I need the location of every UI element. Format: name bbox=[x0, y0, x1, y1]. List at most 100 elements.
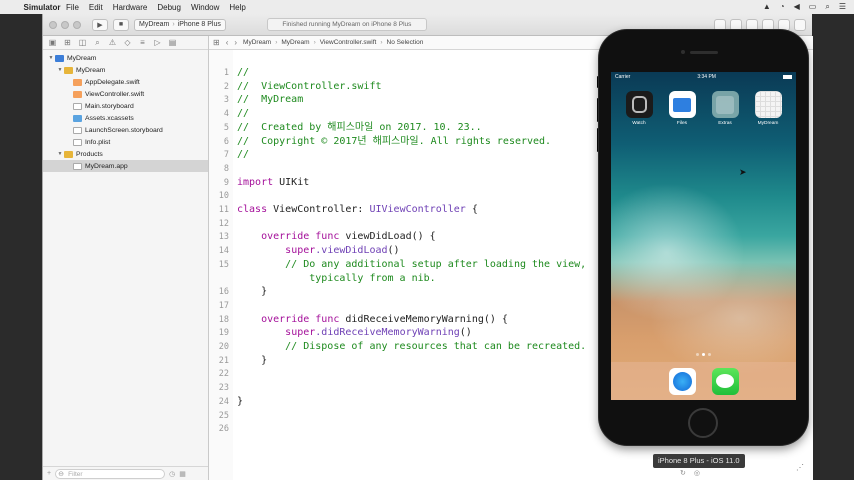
code-token: // bbox=[237, 67, 250, 78]
code-token: override func bbox=[261, 313, 340, 325]
assets-file-icon bbox=[73, 114, 82, 122]
app-extras[interactable]: Extras bbox=[711, 91, 739, 126]
app-watch[interactable]: Watch bbox=[625, 91, 653, 126]
debug-icon[interactable]: ≡ bbox=[138, 38, 147, 47]
menu-debug[interactable]: Debug bbox=[157, 3, 181, 12]
search-icon[interactable]: ⌕ bbox=[825, 2, 829, 12]
breadcrumb-group[interactable]: MyDream bbox=[281, 39, 309, 46]
close-window-button[interactable] bbox=[49, 20, 57, 29]
assistant-editor-button[interactable] bbox=[730, 18, 742, 31]
code-token: override func bbox=[261, 231, 340, 243]
line-number: 17 bbox=[218, 300, 229, 311]
file-tree-label: MyDream bbox=[76, 66, 106, 74]
file-tree-item[interactable]: ▼ MyDream bbox=[43, 64, 208, 76]
file-tree-label: Main.storyboard bbox=[85, 102, 134, 110]
rotate-icon[interactable]: ↻ bbox=[680, 469, 686, 477]
minimize-window-button[interactable] bbox=[61, 20, 69, 29]
wifi-icon[interactable]: ◔ bbox=[780, 2, 785, 12]
code-text: // Dispose of any resources that can be … bbox=[237, 340, 586, 354]
scheme-selector[interactable]: MyDream › iPhone 8 Plus bbox=[134, 18, 226, 31]
file-tree-item[interactable]: AppDelegate.swift bbox=[43, 76, 208, 88]
home-button[interactable] bbox=[688, 408, 718, 438]
test-icon[interactable]: ◇ bbox=[123, 38, 132, 47]
breadcrumb-project[interactable]: MyDream bbox=[243, 39, 271, 46]
volume-icon[interactable]: ◀ bbox=[794, 2, 800, 12]
menu-file[interactable]: File bbox=[66, 3, 79, 12]
window-controls bbox=[49, 20, 81, 29]
folder-icon[interactable]: ▣ bbox=[48, 38, 57, 47]
add-file-icon[interactable]: + bbox=[47, 470, 51, 477]
file-tree-item[interactable]: Assets.xcassets bbox=[43, 112, 208, 124]
battery-icon[interactable]: ▭ bbox=[809, 2, 817, 12]
toggle-debug-area-button[interactable] bbox=[778, 18, 790, 31]
screenshot-icon[interactable]: ◎ bbox=[694, 469, 700, 477]
file-tree-item[interactable]: ViewController.swift bbox=[43, 88, 208, 100]
line-number: 22 bbox=[218, 369, 229, 380]
report-icon[interactable]: ▤ bbox=[168, 38, 177, 47]
safari-icon[interactable] bbox=[668, 367, 696, 395]
issue-icon[interactable]: ⚠ bbox=[108, 38, 117, 47]
file-tree-item[interactable]: LaunchScreen.storyboard bbox=[43, 124, 208, 136]
line-number: 7 bbox=[223, 150, 229, 161]
menu-app-name[interactable]: Simulator bbox=[24, 3, 61, 12]
menu-edit[interactable]: Edit bbox=[89, 3, 103, 12]
back-arrow-icon[interactable]: ‹ bbox=[226, 38, 229, 47]
disclosure-triangle-icon[interactable]: ▼ bbox=[56, 67, 64, 73]
version-editor-button[interactable] bbox=[746, 18, 758, 31]
code-token: typically from a nib. bbox=[237, 272, 436, 284]
toggle-navigator-button[interactable] bbox=[762, 18, 774, 31]
breadcrumb-symbol[interactable]: No Selection bbox=[387, 39, 424, 46]
disclosure-triangle-icon[interactable]: ▼ bbox=[47, 55, 55, 61]
code-token: // bbox=[237, 149, 250, 161]
file-tree-item[interactable]: ▼ Products bbox=[43, 148, 208, 160]
activity-status: Finished running MyDream on iPhone 8 Plu… bbox=[266, 18, 427, 31]
file-tree-item[interactable]: ▼ MyDream bbox=[43, 52, 208, 64]
recent-files-icon[interactable]: ◷ bbox=[169, 470, 175, 478]
line-number: 6 bbox=[223, 136, 229, 147]
line-number: 23 bbox=[218, 383, 229, 394]
simulator-screen[interactable]: Carrier 3:34 PM Watch Files Extras MyDream bbox=[611, 72, 796, 400]
notification-center-icon[interactable]: ☰ bbox=[839, 2, 846, 12]
find-icon[interactable]: ⌕ bbox=[93, 38, 102, 48]
file-tree-item[interactable]: Main.storyboard bbox=[43, 100, 208, 112]
file-tree-item[interactable]: Info.plist bbox=[43, 136, 208, 148]
mydream-app-icon bbox=[754, 91, 782, 118]
app-mydream[interactable]: MyDream bbox=[754, 91, 782, 126]
source-control-icon[interactable]: ⊞ bbox=[63, 38, 72, 47]
home-screen-apps: Watch Files Extras MyDream bbox=[625, 91, 782, 126]
related-items-icon[interactable]: ⊞ bbox=[213, 38, 220, 47]
swift-file-icon bbox=[73, 90, 82, 98]
code-text: typically from a nib. bbox=[237, 272, 436, 286]
project-navigator: ▣ ⊞ ◫ ⌕ ⚠ ◇ ≡ ▷ ▤ ▼ MyDream ▼ MyDream AppDel… bbox=[43, 36, 209, 480]
resize-handle-icon[interactable]: ⋰ bbox=[796, 463, 806, 473]
stop-button[interactable]: ■ bbox=[113, 18, 129, 31]
app-label: Watch bbox=[632, 121, 646, 126]
device-label: iPhone 8 Plus - iOS 11.0 bbox=[653, 454, 745, 468]
code-token: .didReceiveMemoryWarning bbox=[315, 327, 460, 339]
code-token: import bbox=[237, 176, 274, 188]
menu-window[interactable]: Window bbox=[191, 3, 219, 12]
filter-input[interactable]: Filter bbox=[55, 468, 166, 479]
menubar-status-icon[interactable]: ▲ bbox=[763, 2, 771, 12]
file-tree-item[interactable]: MyDream.app bbox=[43, 160, 208, 172]
watch-icon bbox=[625, 91, 653, 118]
code-token: { bbox=[465, 204, 478, 215]
disclosure-triangle-icon[interactable]: ▼ bbox=[56, 151, 64, 157]
app-files[interactable]: Files bbox=[668, 91, 696, 126]
menu-help[interactable]: Help bbox=[229, 3, 245, 12]
menu-hardware[interactable]: Hardware bbox=[113, 3, 148, 12]
breadcrumb-file[interactable]: ViewController.swift bbox=[320, 39, 377, 46]
scm-filter-icon[interactable]: ▦ bbox=[179, 470, 186, 478]
forward-arrow-icon[interactable]: › bbox=[234, 38, 237, 47]
zoom-window-button[interactable] bbox=[73, 20, 81, 29]
messages-icon[interactable] bbox=[711, 367, 739, 395]
code-token: // Dispose of any resources that can be … bbox=[237, 341, 587, 352]
run-button[interactable]: ▶ bbox=[92, 18, 108, 31]
symbol-icon[interactable]: ◫ bbox=[78, 38, 87, 47]
toggle-inspector-button[interactable] bbox=[794, 18, 806, 31]
breakpoint-icon[interactable]: ▷ bbox=[153, 38, 162, 47]
standard-editor-button[interactable] bbox=[714, 18, 726, 31]
file-tree-label: AppDelegate.swift bbox=[85, 78, 140, 86]
